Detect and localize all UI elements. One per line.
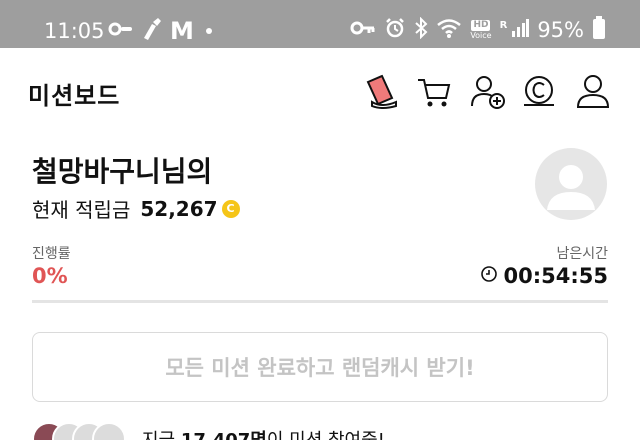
points-row: 현재 적립금 52,267 C [32,194,240,223]
participants-text: 지금 17,407명이 미션 참여중! [142,426,385,440]
clock-icon [480,265,498,287]
complete-all-missions-button[interactable]: 모든 미션 완료하고 랜덤캐시 받기! [32,332,608,402]
user-name: 철망바구니님의 [32,155,213,188]
hd-voice-icon: HD Voice [470,20,492,40]
notification-dot [205,28,212,34]
remaining-time-label: 남은시간 [556,246,608,262]
wifi-icon [436,17,462,43]
bluetooth-icon [414,16,428,43]
add-friend-icon[interactable] [469,72,507,110]
battery-icon [592,16,606,44]
signal-icon [511,17,530,43]
cart-icon[interactable] [414,72,452,110]
profile-icon[interactable] [574,72,612,110]
status-left-icons: M [108,16,212,46]
link-icon [108,18,134,44]
brush-icon [140,16,164,46]
status-time: 11:05 [44,19,105,43]
points-value: 52,267 [140,196,218,221]
battery-percent: 95% [537,18,584,42]
remaining-time-value: 00:54:55 [503,264,608,288]
gmail-icon: M [170,17,194,45]
cash-coin-icon[interactable] [520,72,558,110]
participants-row: 지금 17,407명이 미션 참여중! [32,422,385,440]
progress-value: 0% [32,264,68,288]
points-label: 현재 적립금 [32,198,131,222]
remaining-time: 00:54:55 [480,264,608,288]
avatar[interactable] [535,148,607,220]
roaming-label: R [499,19,508,31]
status-bar: 11:05 M HD Voice R 95% [0,0,640,48]
progress-bar [32,300,608,303]
status-right-icons: HD Voice R 95% [350,16,606,44]
coin-icon: C [221,199,240,218]
progress-label: 진행률 [32,246,71,262]
page-title: 미션보드 [28,82,121,110]
alarm-icon [384,17,406,43]
sticker-icon[interactable] [362,72,400,110]
key-icon [350,18,376,42]
participants-count: 17,407명 [181,430,267,440]
